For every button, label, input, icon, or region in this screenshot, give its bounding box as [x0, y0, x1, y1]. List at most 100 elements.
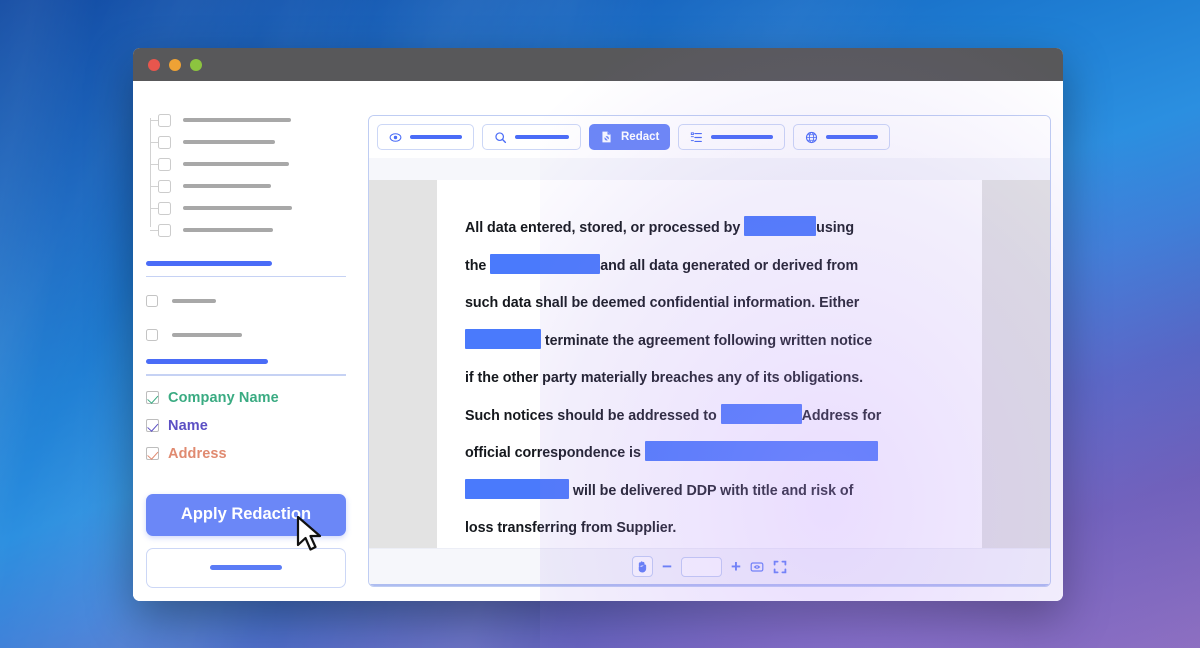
tree-row[interactable]	[158, 221, 346, 239]
tree-branch-line	[150, 120, 158, 121]
tree-row-checkbox[interactable]	[158, 224, 171, 237]
sidebar-section-heading-2	[146, 359, 268, 364]
zoom-in-button[interactable]: +	[731, 558, 741, 575]
tree-row-label	[183, 206, 292, 210]
tree-row[interactable]	[158, 133, 346, 151]
fit-width-icon[interactable]	[750, 560, 764, 574]
document-line: the and all data generated or derived fr…	[465, 248, 960, 286]
document-line: will be delivered DDP with title and ris…	[465, 473, 960, 511]
document-line: loss transferring from Supplier.	[465, 510, 960, 548]
desktop-background: Company NameNameAddress Apply Redaction …	[0, 0, 1200, 648]
sidebar-option-row[interactable]	[146, 291, 346, 311]
tree-row-checkbox[interactable]	[158, 180, 171, 193]
toolbar-button-globe[interactable]	[793, 124, 890, 150]
sidebar-option-row[interactable]	[146, 325, 346, 345]
tree-branch-line	[150, 142, 158, 143]
sidebar-option-checkbox[interactable]	[146, 329, 158, 341]
sidebar: Company Name Name Address Apply Redaction	[133, 81, 368, 601]
toolbar-button-label: Redact	[621, 131, 659, 143]
redaction-block[interactable]	[721, 404, 802, 424]
list-icon	[690, 131, 703, 144]
sidebar-option-label	[172, 333, 242, 337]
tree-row[interactable]	[158, 111, 346, 129]
document-line: terminate the agreement following writte…	[465, 323, 960, 361]
toolbar-strip	[369, 158, 1050, 180]
sidebar-option-label	[172, 299, 216, 303]
entity-checkbox[interactable]	[146, 447, 159, 460]
document-text: All data entered, stored, or processed b…	[465, 220, 744, 236]
document-text: and all data generated or derived from	[600, 258, 858, 274]
toolbar-button-search[interactable]	[482, 124, 581, 150]
sidebar-divider-2	[146, 374, 346, 375]
secondary-action-label	[210, 565, 282, 570]
toolbar-button-list[interactable]	[678, 124, 785, 150]
entity-row[interactable]: Address	[146, 446, 346, 462]
entity-list: Company Name Name Address	[146, 390, 346, 462]
zoom-level-input[interactable]	[681, 557, 722, 577]
tree-row-checkbox[interactable]	[158, 136, 171, 149]
toolbar-button-redact[interactable]: Redact	[589, 124, 670, 150]
tree-branch-line	[150, 164, 158, 165]
sidebar-section-heading-1	[146, 261, 272, 266]
document-text: loss transferring from Supplier.	[465, 520, 676, 536]
tree-row-label	[183, 118, 291, 122]
minimize-button[interactable]	[169, 59, 181, 71]
entity-label: Name	[168, 418, 208, 434]
redaction-block[interactable]	[465, 329, 541, 349]
secondary-action-button[interactable]	[146, 548, 346, 588]
document-text: the	[465, 258, 490, 274]
viewer-bottom-toolbar: − +	[369, 548, 1050, 586]
entity-checkbox[interactable]	[146, 419, 159, 432]
tree-row[interactable]	[158, 177, 346, 195]
apply-redaction-button[interactable]: Apply Redaction	[146, 494, 346, 536]
tree-row-checkbox[interactable]	[158, 158, 171, 171]
document-tree	[146, 111, 346, 239]
fullscreen-icon[interactable]	[773, 560, 787, 574]
redact-icon	[600, 130, 613, 144]
sidebar-option-checkbox[interactable]	[146, 295, 158, 307]
tree-row[interactable]	[158, 155, 346, 173]
tree-row[interactable]	[158, 199, 346, 217]
entity-row[interactable]: Company Name	[146, 390, 346, 406]
toolbar-button-label	[410, 135, 462, 139]
redaction-block[interactable]	[465, 479, 569, 499]
tree-row-label	[183, 162, 289, 166]
globe-icon	[805, 131, 818, 144]
tree-trunk-line	[150, 118, 151, 227]
toolbar-button-label	[826, 135, 878, 139]
redaction-block[interactable]	[744, 216, 816, 236]
toolbar-button-eye[interactable]	[377, 124, 474, 150]
page-scroll-area[interactable]: All data entered, stored, or processed b…	[369, 180, 1050, 548]
toolbar-button-label	[711, 135, 773, 139]
document-text: terminate the agreement following writte…	[541, 333, 872, 349]
close-button[interactable]	[148, 59, 160, 71]
zoom-out-button[interactable]: −	[662, 558, 672, 575]
document-text: using	[816, 220, 854, 236]
eye-icon	[389, 131, 402, 144]
redaction-block[interactable]	[490, 254, 600, 274]
document-text: Such notices should be addressed to	[465, 408, 721, 424]
window-body: Company NameNameAddress Apply Redaction …	[133, 81, 1063, 601]
document-text: will be delivered DDP with title and ris…	[569, 483, 853, 499]
maximize-button[interactable]	[190, 59, 202, 71]
entity-checkbox[interactable]	[146, 391, 159, 404]
app-window: Company NameNameAddress Apply Redaction …	[133, 48, 1063, 601]
hand-tool-icon[interactable]	[632, 556, 653, 577]
sidebar-options	[146, 291, 346, 345]
viewer-toolbar: Redact	[369, 116, 1050, 158]
document-line: if the other party materially breaches a…	[465, 360, 960, 398]
document-line: such data shall be deemed confidential i…	[465, 285, 960, 323]
document-viewer: Redact All data entered, stored, or proc…	[368, 115, 1051, 587]
document-text: such data shall be deemed confidential i…	[465, 295, 859, 311]
tree-row-checkbox[interactable]	[158, 114, 171, 127]
tree-row-checkbox[interactable]	[158, 202, 171, 215]
document-line: All data entered, stored, or processed b…	[465, 210, 960, 248]
redaction-block[interactable]	[645, 441, 878, 461]
entity-label: Address	[168, 446, 227, 462]
entity-row[interactable]: Name	[146, 418, 346, 434]
tree-branch-line	[150, 230, 158, 231]
entity-label: Company Name	[168, 390, 279, 406]
toolbar-button-label	[515, 135, 569, 139]
sidebar-divider-1	[146, 276, 346, 277]
tree-branch-line	[150, 186, 158, 187]
